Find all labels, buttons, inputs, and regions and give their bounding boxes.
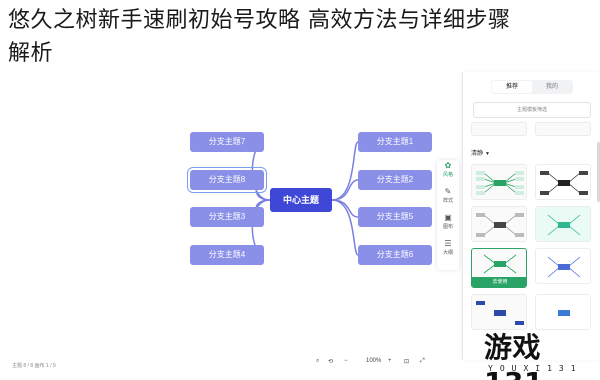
zoom-in-icon[interactable]: +: [388, 358, 392, 364]
branch-node[interactable]: 分支主题6: [358, 245, 432, 265]
tab-recommended[interactable]: 推荐: [492, 81, 532, 93]
outline-icon: ☰: [444, 239, 452, 248]
link-right-1: [331, 141, 359, 201]
zoom-level: 100%: [366, 358, 382, 364]
history-icon[interactable]: ⟲: [328, 358, 333, 365]
side-item-label: 风格: [442, 172, 453, 178]
link-right-2: [331, 179, 359, 201]
theme-preview: [476, 213, 524, 237]
theme-card[interactable]: [535, 122, 591, 136]
zoom-controls: ⌕ ⟲ − 100% + ⊡ ⤢: [316, 358, 436, 370]
palette-icon: ✿: [444, 161, 452, 170]
theme-preview: [476, 171, 524, 195]
link-right-4: [331, 199, 359, 256]
branch-node[interactable]: 分支主题3: [190, 207, 264, 227]
theme-preview: [547, 256, 581, 278]
theme-filter-input[interactable]: 主题模板筛选: [473, 102, 591, 118]
watermark-sub-text: YOUXI131: [488, 364, 583, 373]
canvas-status: 主题 8 / 8 画布 1 / 9: [12, 363, 56, 369]
panel-tabs: 推荐 我的: [491, 80, 573, 94]
branch-node[interactable]: 分支主题4: [190, 245, 264, 265]
theme-card[interactable]: [535, 248, 591, 284]
side-toolbar: ✿ 风格 ✎ 样式 ▣ 图布 ☰ 大纲: [437, 160, 459, 270]
theme-card[interactable]: [471, 206, 527, 242]
branch-node[interactable]: 分支主题5: [358, 207, 432, 227]
branch-node[interactable]: 分支主题1: [358, 132, 432, 152]
brush-icon: ✎: [444, 187, 452, 196]
title-line-1: 悠久之树新手速刷初始号攻略 高效方法与详细步骤: [8, 8, 511, 33]
side-item-canvas[interactable]: ▣ 图布: [437, 212, 459, 238]
theme-preview: [547, 214, 581, 236]
theme-preview: [483, 254, 517, 274]
side-item-label: 大纲: [442, 250, 453, 256]
side-item-style[interactable]: ✿ 风格: [437, 160, 459, 186]
side-item-outline[interactable]: ☰ 大纲: [437, 238, 459, 264]
side-item-format[interactable]: ✎ 样式: [437, 186, 459, 212]
theme-card-selected[interactable]: 去使用: [471, 248, 527, 288]
search-icon[interactable]: ⌕: [316, 358, 319, 365]
fit-screen-icon[interactable]: ⊡: [404, 358, 409, 365]
zoom-out-icon[interactable]: −: [344, 358, 348, 364]
branch-node-selected[interactable]: 分支主题8: [187, 167, 267, 193]
fullscreen-icon[interactable]: ⤢: [420, 358, 425, 365]
branch-node[interactable]: 分支主题7: [190, 132, 264, 152]
section-label-text: 清静: [471, 151, 484, 157]
theme-card[interactable]: [535, 164, 591, 200]
theme-card[interactable]: [535, 206, 591, 242]
theme-card[interactable]: [471, 122, 527, 136]
section-label[interactable]: 清静 ▼: [471, 148, 490, 157]
apply-theme-button[interactable]: 去使用: [472, 277, 526, 287]
theme-panel: 推荐 我的 主题模板筛选 清静 ▼ 去使用: [462, 72, 600, 360]
theme-card[interactable]: [471, 164, 527, 200]
center-topic-node[interactable]: 中心主题: [270, 188, 332, 212]
side-item-label: 图布: [442, 224, 453, 230]
site-watermark: 游戏131 YOUXI131: [470, 322, 600, 380]
canvas-icon: ▣: [444, 213, 452, 222]
side-item-label: 样式: [442, 198, 453, 204]
tab-mine[interactable]: 我的: [532, 81, 572, 93]
title-line-2: 解析: [8, 41, 54, 66]
theme-preview: [540, 171, 588, 195]
chevron-down-icon: ▼: [485, 151, 490, 157]
page-title: 悠久之树新手速刷初始号攻略 高效方法与详细步骤 解析: [8, 4, 598, 70]
branch-node[interactable]: 分支主题2: [358, 170, 432, 190]
